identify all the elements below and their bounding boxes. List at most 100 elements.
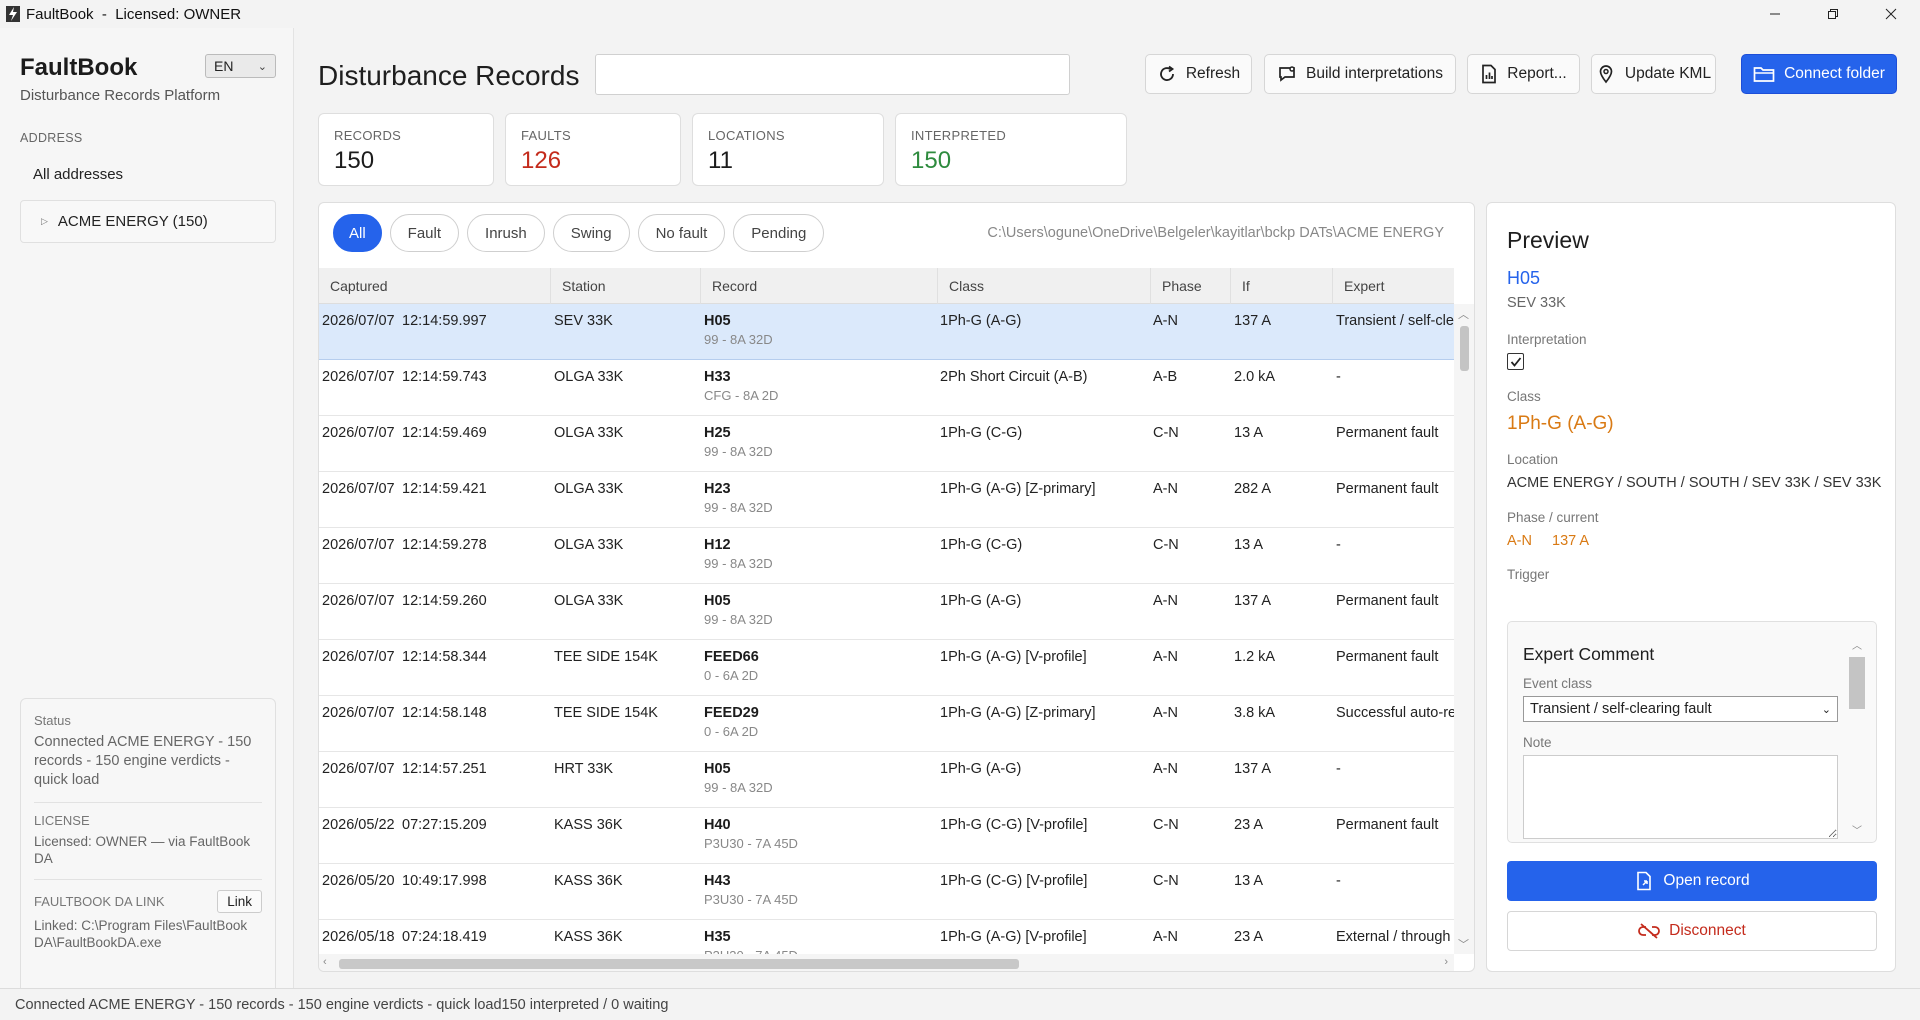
filter-swing[interactable]: Swing [552, 214, 630, 252]
column-header-captured[interactable]: Captured [319, 268, 551, 304]
report-button[interactable]: Report... [1467, 54, 1580, 94]
search-input[interactable] [595, 54, 1070, 95]
interpretation-checkbox[interactable] [1507, 353, 1524, 370]
record-device: 99 - 8A 32D [704, 332, 773, 347]
divider [34, 879, 262, 880]
restore-button[interactable] [1804, 0, 1862, 28]
table-row[interactable]: 2026/05/18 07:24:18.419 KASS 36K H35P3U30 -… [319, 920, 1454, 954]
table-row[interactable]: 2026/07/07 12:14:59.997 SEV 33K H05 99 - 8A … [319, 304, 1454, 360]
scroll-thumb[interactable] [1460, 326, 1469, 371]
table-row[interactable]: 2026/07/07 12:14:58.148 TEE SIDE 154K FEED2… [319, 696, 1454, 752]
table-row[interactable]: 2026/07/07 12:14:57.251 HRT 33K H05 99 - 8A … [319, 752, 1454, 808]
minimize-button[interactable] [1746, 0, 1804, 28]
build-interpretations-button[interactable]: Build interpretations [1264, 54, 1456, 94]
cell-expert: - [1336, 761, 1341, 777]
cell-date: 2026/07/07 [322, 593, 395, 609]
cell-date: 2026/07/07 [322, 705, 395, 721]
close-button[interactable] [1862, 0, 1920, 28]
cell-if: 13 A [1234, 873, 1264, 889]
record-device: CFG - 8A 2D [704, 388, 779, 403]
cell-time: 12:14:59.421 [402, 481, 487, 497]
link-button[interactable]: Link [217, 890, 262, 913]
cell-class: 1Ph-G (A-G) [940, 761, 1022, 777]
record-device: 99 - 8A 32D [704, 500, 773, 515]
cell-time: 10:49:17.998 [402, 873, 487, 889]
cell-date: 2026/05/18 [322, 929, 395, 945]
scroll-thumb[interactable] [1849, 657, 1865, 709]
expert-scrollbar[interactable]: ︿ ﹀ [1846, 637, 1866, 837]
divider [34, 802, 262, 803]
status-text: Connected ACME ENERGY - 150 records - 15… [34, 734, 252, 788]
cell-date: 2026/05/22 [322, 817, 395, 833]
cell-phase: A-N [1153, 761, 1178, 777]
table-row[interactable]: 2026/05/20 10:49:17.998 KASS 36K H43 P3U30 -… [319, 864, 1454, 920]
update-kml-button[interactable]: Update KML [1591, 54, 1716, 94]
column-header-expert[interactable]: Expert [1333, 268, 1454, 304]
linked-path-text: Linked: C:\Program Files\FaultBook DA\Fa… [34, 918, 248, 950]
disconnect-button[interactable]: Disconnect [1507, 911, 1877, 951]
language-select[interactable]: EN ⌄ [205, 54, 276, 78]
horizontal-scrollbar[interactable]: ‹ › [319, 954, 1454, 971]
column-header-station[interactable]: Station [551, 268, 701, 304]
table-row[interactable]: 2026/07/07 12:14:59.421 OLGA 33K H23 99 - 8A… [319, 472, 1454, 528]
event-class-select[interactable]: Transient / self-clearing fault ⌄ [1523, 696, 1838, 722]
scroll-right-icon[interactable]: › [1444, 956, 1448, 968]
refresh-button[interactable]: Refresh [1145, 54, 1252, 94]
restore-icon [1828, 9, 1838, 19]
minimize-icon [1770, 13, 1780, 15]
records-panel: All Fault Inrush Swing No fault Pending … [318, 202, 1475, 972]
cell-time: 07:27:15.209 [402, 817, 487, 833]
column-header-record[interactable]: Record [701, 268, 938, 304]
scroll-down-icon[interactable]: ﹀ [1852, 822, 1862, 837]
table-row[interactable]: 2026/07/07 12:14:59.260 OLGA 33K H05 99 - 8A… [319, 584, 1454, 640]
cell-station: OLGA 33K [554, 481, 624, 497]
filter-inrush[interactable]: Inrush [467, 214, 545, 252]
cell-record: H05 99 - 8A 32D [704, 313, 929, 347]
cell-time: 12:14:58.344 [402, 649, 487, 665]
cell-time: 12:14:59.743 [402, 369, 487, 385]
stat-faults: FAULTS 126 [505, 113, 681, 186]
filter-no-fault[interactable]: No fault [637, 214, 726, 252]
scroll-down-icon[interactable]: ﹀ [1458, 936, 1469, 952]
caret-right-icon[interactable]: ▷ [41, 216, 48, 227]
location-label: Location [1507, 452, 1559, 467]
cell-station: OLGA 33K [554, 537, 624, 553]
page-title: Disturbance Records [318, 60, 580, 91]
scroll-thumb[interactable] [339, 959, 1019, 969]
record-name: H35 [704, 929, 731, 945]
event-class-label: Event class [1523, 676, 1593, 691]
vertical-scrollbar[interactable]: ︿ ﹀ [1454, 304, 1474, 954]
filter-fault[interactable]: Fault [389, 214, 460, 252]
filter-pending[interactable]: Pending [733, 214, 825, 252]
table-row[interactable]: 2026/07/07 12:14:58.344 TEE SIDE 154K FEED6… [319, 640, 1454, 696]
cell-time: 12:14:59.469 [402, 425, 487, 441]
open-record-button[interactable]: Open record [1507, 861, 1877, 901]
connect-folder-button[interactable]: Connect folder [1741, 54, 1897, 94]
column-header-class[interactable]: Class [938, 268, 1151, 304]
tree-item-acme-energy[interactable]: ▷ ACME ENERGY (150) [20, 200, 276, 243]
table-row[interactable]: 2026/07/07 12:14:59.469 OLGA 33K H25 99 - 8A… [319, 416, 1454, 472]
table-row[interactable]: 2026/07/07 12:14:59.278 OLGA 33K H12 99 - 8A… [319, 528, 1454, 584]
folder-icon [1753, 67, 1775, 82]
cell-phase: A-B [1153, 369, 1178, 385]
filter-all[interactable]: All [333, 214, 382, 252]
cell-station: KASS 36K [554, 929, 623, 945]
scroll-up-icon[interactable]: ︿ [1458, 306, 1469, 322]
table-row[interactable]: 2026/07/07 12:14:59.743 OLGA 33K H33 CFG - 8… [319, 360, 1454, 416]
trigger-label: Trigger [1507, 567, 1550, 582]
comment-icon [1279, 66, 1295, 82]
cell-phase: A-N [1153, 313, 1178, 329]
cell-expert: Permanent fault [1336, 481, 1439, 497]
column-header-phase[interactable]: Phase [1151, 268, 1231, 304]
scroll-left-icon[interactable]: ‹ [323, 956, 327, 968]
scroll-up-icon[interactable]: ︿ [1852, 637, 1862, 652]
note-textarea[interactable] [1523, 755, 1838, 839]
cell-expert: - [1336, 369, 1341, 385]
column-header-if[interactable]: If [1231, 268, 1333, 304]
license-text: Licensed: OWNER — via FaultBook DA [34, 834, 251, 866]
preview-record[interactable]: H05 [1507, 268, 1540, 289]
checkmark-icon [1510, 356, 1521, 367]
cell-class: 1Ph-G (C-G) [940, 537, 1023, 553]
table-row[interactable]: 2026/05/22 07:27:15.209 KASS 36K H40 P3U30 -… [319, 808, 1454, 864]
all-addresses-item[interactable]: All addresses [33, 166, 123, 183]
